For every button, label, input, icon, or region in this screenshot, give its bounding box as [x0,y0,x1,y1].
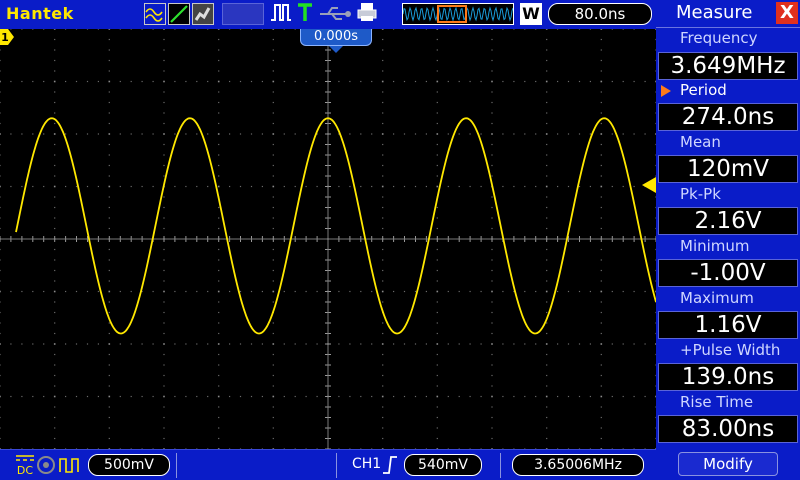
measure-label-maximum: Maximum [680,289,754,307]
trigger-level-readout[interactable]: 540mV [404,454,482,476]
trigger-position-arrow [329,46,343,53]
measure-label-minimum: Minimum [680,237,750,255]
ch1-ground-marker[interactable]: 1 [0,29,14,45]
coupling-icons[interactable]: DC [14,453,86,477]
timebase-readout[interactable]: 80.0ns [548,3,652,25]
acquisition-mode-group[interactable] [144,3,220,25]
status-blank-box [222,3,264,25]
measure-panel-header: Measure X [656,0,800,28]
bottom-status-bar: DC 500mV CH1 540mV 3.65006MHz [0,449,656,480]
measure-value-rise-time[interactable]: 83.00ns [658,415,798,443]
trigger-position-label[interactable]: 0.000s [300,29,372,46]
measure-label-pk-pk: Pk-Pk [680,185,721,203]
measure-value-period[interactable]: 274.0ns [658,103,798,131]
measure-panel-title: Measure [676,2,753,23]
frequency-counter-readout: 3.65006MHz [512,454,644,476]
measure-label-period: Period [656,81,800,99]
trigger-t-icon [296,2,314,26]
measure-label-period-text: Period [680,81,727,99]
svg-text:DC: DC [17,464,33,477]
separator [176,453,177,478]
window-mode-badge[interactable]: W [520,3,542,25]
dc-coupling-icon[interactable]: DC [16,455,34,477]
equivalent-sampling-icon[interactable] [192,3,214,25]
ch1-marker-label: 1 [1,31,9,44]
measure-value-mean[interactable]: 120mV [658,155,798,183]
usb-icon [318,2,352,26]
measure-panel: Measure X Frequency 3.649MHz Period 274.… [656,0,800,480]
ramp-icon[interactable] [168,3,190,25]
sine-icon[interactable] [144,3,166,25]
trigger-level-marker[interactable] [642,177,656,193]
rising-edge-icon[interactable] [381,455,399,475]
separator [336,453,337,478]
measure-value-maximum[interactable]: 1.16V [658,311,798,339]
separator [500,453,501,478]
run-status-icons [268,3,394,25]
ch1-waveform-trace [15,117,656,335]
volts-per-div-readout[interactable]: 500mV [88,454,170,476]
trigger-source-label[interactable]: CH1 [352,456,381,472]
measure-label-mean: Mean [680,133,721,151]
bandwidth-icon[interactable] [59,458,79,473]
measure-value-pk-pk[interactable]: 2.16V [658,207,798,235]
measure-value-pulse-width[interactable]: 139.0ns [658,363,798,391]
brand-logo: Hantek [6,4,74,23]
measure-value-minimum[interactable]: -1.00V [658,259,798,287]
measure-label-rise-time: Rise Time [680,393,754,411]
measure-value-frequency[interactable]: 3.649MHz [658,52,798,80]
measure-label-pulse-width: +Pulse Width [680,341,781,359]
pulse-icon [270,2,292,26]
memory-depth-view[interactable] [402,3,514,25]
close-button[interactable]: X [776,2,798,24]
selected-arrow-icon [661,85,671,97]
measure-label-frequency: Frequency [680,29,758,47]
printer-icon [356,2,378,26]
waveform-area [15,117,656,335]
memory-window-marker[interactable] [437,5,467,23]
top-status-bar: Hantek W 80.0ns [0,0,656,29]
modify-button[interactable]: Modify [678,452,778,476]
waveform-display[interactable]: 0.000s 1 [0,29,656,449]
probe-icon[interactable] [37,456,55,474]
